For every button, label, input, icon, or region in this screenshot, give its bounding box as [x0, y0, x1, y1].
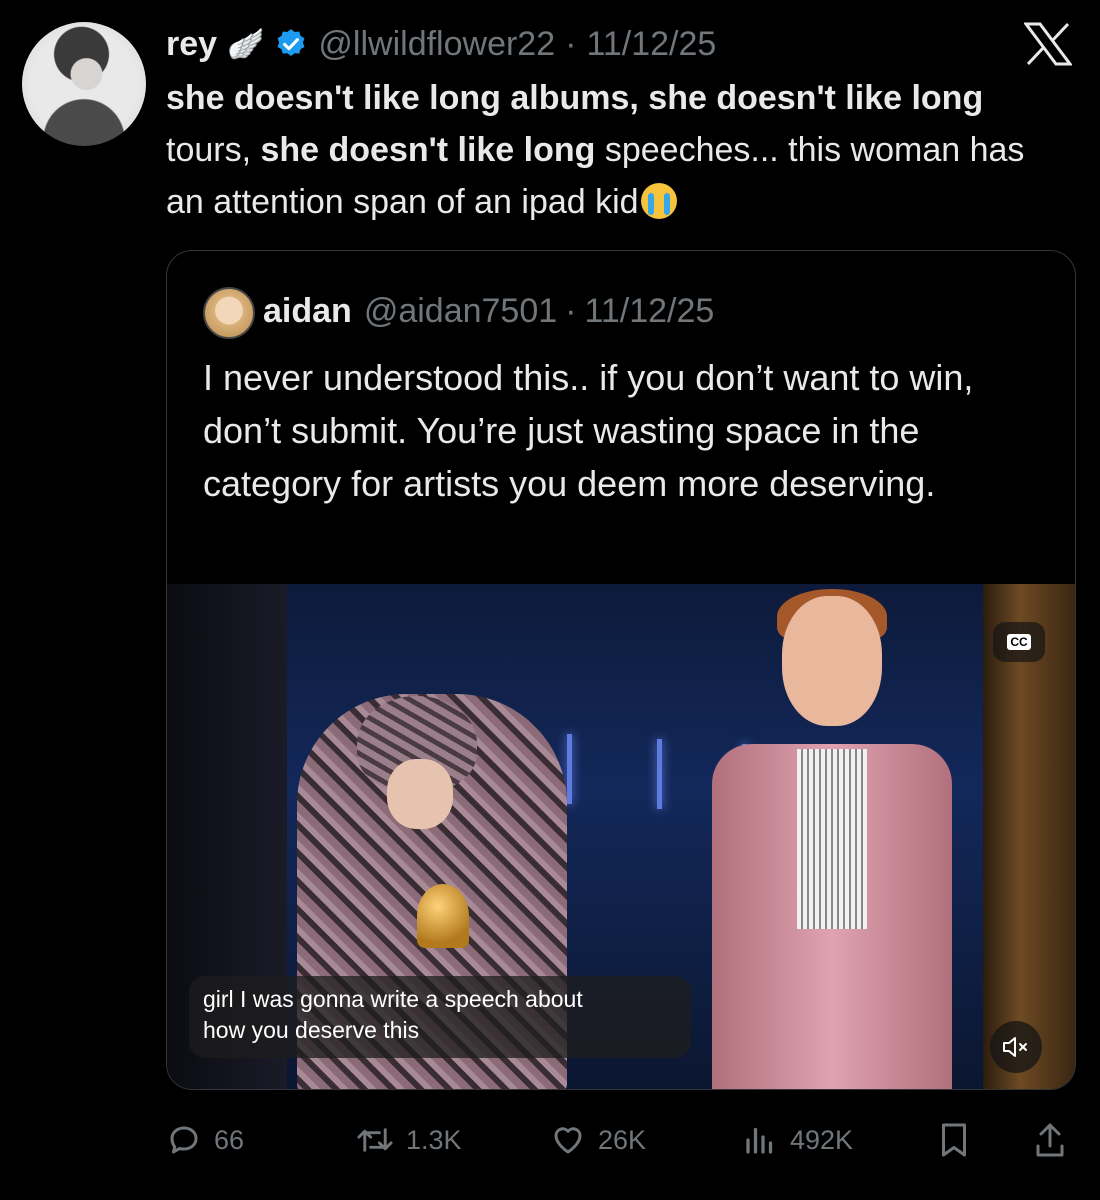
quoted-tweet-header: aidan @aidan7501 · 11/12/25 [263, 285, 714, 337]
views-button[interactable]: 492K [742, 1118, 853, 1162]
quoted-tweet-date[interactable]: 11/12/25 [584, 292, 714, 331]
closed-captions-button[interactable]: CC [993, 622, 1045, 662]
reply-button[interactable]: 66 [166, 1118, 244, 1162]
tweet-text-part: she doesn't like long [260, 131, 596, 169]
crying-emoji-icon [640, 183, 677, 219]
stage-light [657, 739, 662, 809]
reply-count: 66 [214, 1124, 245, 1155]
repost-button[interactable]: 1.3K [356, 1118, 462, 1162]
tweet-header: rey 🪽 @llwildflower22 · 11/12/25 [166, 22, 716, 66]
caption-line: girl I was gonna write a speech about [203, 986, 583, 1012]
tweet-text-part: tours, [166, 131, 261, 169]
cc-icon: CC [1007, 634, 1031, 650]
mute-button[interactable] [990, 1021, 1042, 1073]
share-button[interactable] [1032, 1118, 1080, 1162]
tweet-text: she doesn't like long albums, she doesn'… [166, 72, 1071, 228]
video-person-right-shirt [797, 749, 867, 929]
quoted-author-name[interactable]: aidan [263, 292, 352, 331]
date-separator: · [565, 24, 577, 63]
repost-count: 1.3K [406, 1124, 462, 1155]
views-chart-icon [746, 1127, 773, 1154]
quoted-author-handle[interactable]: @aidan7501 [364, 292, 557, 331]
caption-line: how you deserve this [203, 1017, 420, 1043]
speaker-muted-icon [1003, 1037, 1027, 1057]
repost-icon [357, 1128, 393, 1152]
quoted-tweet[interactable]: aidan @aidan7501 · 11/12/25 I never unde… [166, 250, 1076, 1090]
tweet-date[interactable]: 11/12/25 [586, 25, 716, 64]
view-count: 492K [790, 1124, 854, 1155]
share-icon [1036, 1123, 1064, 1157]
video-person-left-face [387, 759, 453, 829]
reply-icon [170, 1126, 198, 1154]
like-button[interactable]: 26K [550, 1118, 646, 1162]
heart-icon [554, 1127, 582, 1154]
author-avatar[interactable] [22, 22, 146, 146]
video-person-right-head [782, 596, 882, 726]
verified-badge-icon [277, 29, 305, 57]
video-player[interactable]: CC girl I was gonna write a speech about… [167, 584, 1075, 1089]
video-caption: girl I was gonna write a speech about ho… [189, 976, 691, 1058]
quoted-tweet-text: I never understood this.. if you don’t w… [203, 357, 974, 504]
grammy-trophy [417, 884, 469, 948]
tweet-text-part: she doesn't like long albums, she doesn'… [166, 79, 984, 117]
wing-emoji: 🪽 [227, 27, 265, 61]
bookmark-icon [942, 1123, 966, 1157]
author-handle[interactable]: @llwildflower22 [318, 25, 555, 64]
bookmark-button[interactable] [936, 1118, 984, 1162]
date-separator: · [565, 291, 577, 330]
author-name[interactable]: rey [166, 25, 217, 64]
x-logo-icon[interactable] [1024, 22, 1072, 66]
quoted-author-avatar[interactable] [203, 287, 255, 339]
stage-light [567, 734, 572, 804]
like-count: 26K [598, 1124, 647, 1155]
tweet-action-bar: 66 1.3K 26K 492K [166, 1118, 1070, 1162]
